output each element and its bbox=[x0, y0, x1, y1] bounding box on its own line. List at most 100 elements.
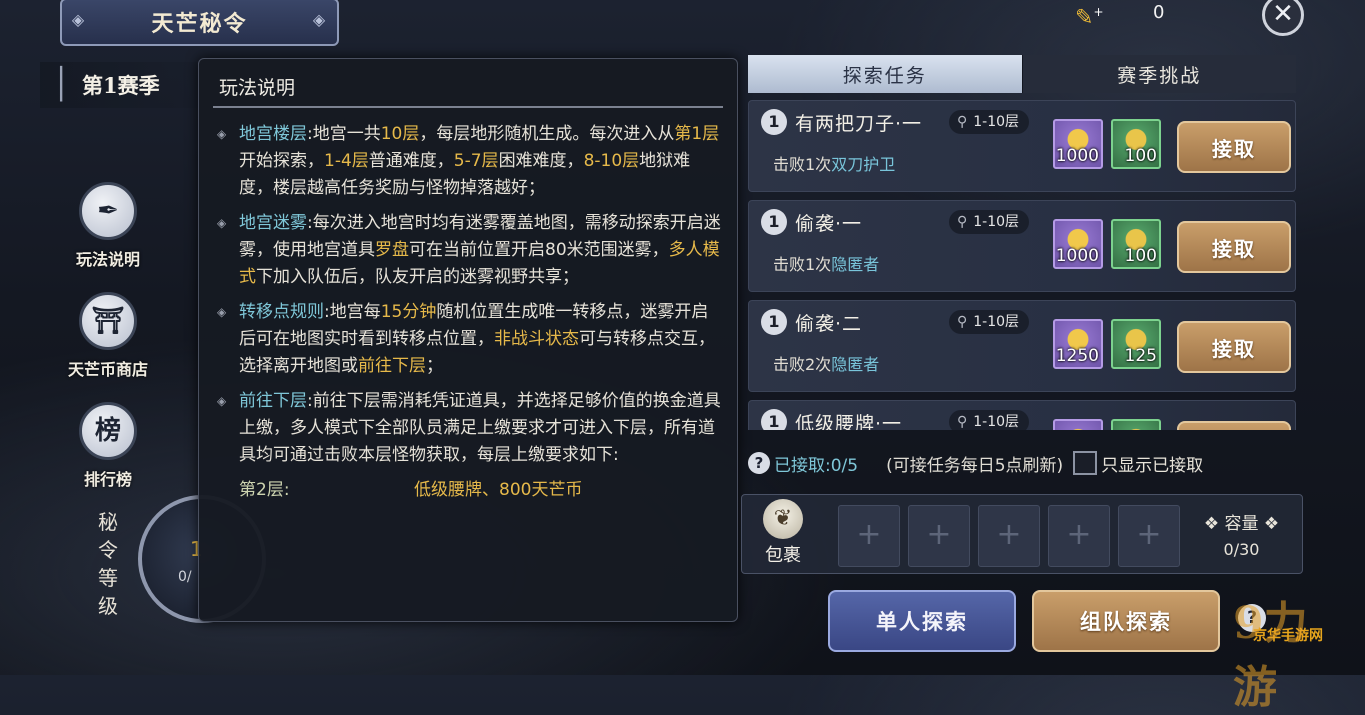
quest-card[interactable]: 1 低级腰牌·一 ⚲ 1-10层 接取 bbox=[748, 400, 1296, 430]
quest-list[interactable]: 1 有两把刀子·一 ⚲ 1-10层 击败1次双刀护卫 1000 100 接取 1 偷袭·一 ⚲ 1-1… bbox=[748, 100, 1296, 430]
accept-quest-button[interactable]: 接取 bbox=[1177, 321, 1291, 373]
help-section: ◈ 转移点规则:地宫每15分钟随机位置生成唯一转移点，迷雾开启后可在地图实时看到转… bbox=[217, 299, 722, 380]
help-text: :地宫一共 bbox=[307, 124, 381, 144]
quest-card[interactable]: 1 偷袭·一 ⚲ 1-10层击败1次隐匿者 1000 100 接取 bbox=[748, 200, 1296, 292]
bag-slot[interactable]: + bbox=[1048, 505, 1110, 567]
floor-requirement-row: 第2层: 低级腰牌、800天芒币 bbox=[217, 477, 722, 504]
floor-range-badge: ⚲ 1-10层 bbox=[949, 210, 1030, 234]
bag-slot[interactable]: + bbox=[908, 505, 970, 567]
floor-range: 1-10层 bbox=[973, 314, 1020, 330]
help-text: :地宫每 bbox=[324, 302, 381, 322]
floor-range-badge: ⚲ 1-10层 bbox=[949, 410, 1030, 430]
location-pin-icon: ⚲ bbox=[957, 114, 968, 130]
help-text: ； bbox=[426, 356, 443, 376]
quest-objective-prefix: 击败2次 bbox=[773, 355, 832, 374]
question-icon[interactable]: ? bbox=[748, 452, 770, 474]
quest-objective-prefix: 击败1次 bbox=[773, 155, 832, 174]
divider bbox=[213, 106, 723, 108]
bullet-icon: ◈ bbox=[217, 216, 227, 230]
help-highlight: 罗盘 bbox=[375, 240, 409, 260]
reward-gold-item[interactable]: 1000 bbox=[1053, 219, 1103, 269]
quest-number-badge: 1 bbox=[761, 209, 787, 235]
help-section-key: 地宫迷雾 bbox=[239, 213, 307, 233]
solo-explore-button[interactable]: 单人探索 bbox=[828, 590, 1016, 652]
season-banner: │ 第1赛季 bbox=[40, 62, 200, 108]
bag-icon: ❦ bbox=[763, 499, 803, 539]
sword-icon: │ bbox=[52, 67, 71, 102]
refresh-note: (可接任务每日5点刷新) bbox=[886, 455, 1064, 476]
reward-token-amount: 125 bbox=[1124, 346, 1157, 366]
help-panel: 玩法说明 ◈ 地宫楼层:地宫一共10层，每层地形随机生成。每次进入从第1层开始探索… bbox=[198, 58, 738, 622]
tab-bar: 探索任务 赛季挑战 bbox=[748, 55, 1296, 93]
help-text: 开始探索， bbox=[239, 151, 324, 171]
floor-requirement: 低级腰牌、800天芒币 bbox=[414, 480, 583, 500]
help-highlight: 15分钟 bbox=[380, 302, 437, 322]
help-highlight: 第1层 bbox=[674, 124, 720, 144]
tab-season-challenge[interactable]: 赛季挑战 bbox=[1021, 55, 1296, 93]
reward-gold-item[interactable] bbox=[1053, 419, 1103, 430]
menu-help[interactable]: ✒ 玩法说明 bbox=[60, 182, 156, 270]
help-text: :前往下层需消耗凭证道具，并选择足够价值的换金道具上缴，多人模式下全部队员满足上… bbox=[239, 391, 721, 465]
help-section: ◈ 前往下层:前往下层需消耗凭证道具，并选择足够价值的换金道具上缴，多人模式下全部… bbox=[217, 388, 722, 469]
location-pin-icon: ⚲ bbox=[957, 314, 968, 330]
floor-range: 1-10层 bbox=[973, 214, 1020, 230]
quest-number-badge: 1 bbox=[761, 409, 787, 430]
bullet-icon: ◈ bbox=[217, 305, 227, 319]
reward-gold-amount: 1250 bbox=[1055, 346, 1099, 366]
help-highlight: 5-7层 bbox=[453, 151, 499, 171]
show-accepted-checkbox[interactable] bbox=[1073, 451, 1098, 475]
rank-label: 秘令等级 bbox=[98, 510, 118, 618]
accept-quest-button[interactable]: 接取 bbox=[1177, 221, 1291, 273]
quest-objective: 击败1次隐匿者 bbox=[773, 251, 879, 275]
bag-slot[interactable]: + bbox=[1118, 505, 1180, 567]
quest-name: 偷袭·二 bbox=[795, 313, 863, 335]
reward-gold-item[interactable]: 1250 bbox=[1053, 319, 1103, 369]
quest-card[interactable]: 1 偷袭·二 ⚲ 1-10层击败2次隐匿者 1250 125 接取 bbox=[748, 300, 1296, 392]
quest-target: 隐匿者 bbox=[831, 255, 880, 274]
knot-ornament-icon: ◈ bbox=[312, 10, 328, 29]
gold-plus-icon[interactable]: ✎+ bbox=[1075, 0, 1104, 30]
bag-slot[interactable]: + bbox=[978, 505, 1040, 567]
reward-token-item[interactable] bbox=[1111, 419, 1161, 430]
quest-name: 有两把刀子·一 bbox=[795, 113, 923, 135]
quest-name: 偷袭·一 bbox=[795, 213, 863, 235]
reward-token-item[interactable]: 125 bbox=[1111, 319, 1161, 369]
reward-token-item[interactable]: 100 bbox=[1111, 119, 1161, 169]
shop-icon: ⛩ bbox=[79, 292, 137, 350]
quest-objective: 击败1次双刀护卫 bbox=[773, 151, 895, 175]
accept-quest-button[interactable]: 接取 bbox=[1177, 421, 1291, 430]
watermark-logo: 9力游 bbox=[1233, 598, 1308, 713]
bullet-icon: ◈ bbox=[217, 127, 227, 141]
help-body: ◈ 地宫楼层:地宫一共10层，每层地形随机生成。每次进入从第1层开始探索，1-4层… bbox=[217, 121, 722, 504]
quest-card[interactable]: 1 有两把刀子·一 ⚲ 1-10层击败1次双刀护卫 1000 100 接取 bbox=[748, 100, 1296, 192]
watermark: 9力游 京华手游网 bbox=[1233, 598, 1323, 713]
bag-button[interactable]: ❦ 包裹 bbox=[756, 499, 810, 567]
currency-value: 0 bbox=[1153, 1, 1165, 23]
tab-explore-tasks[interactable]: 探索任务 bbox=[748, 55, 1022, 93]
currency-display: ✎+ 0 bbox=[1075, 0, 1165, 30]
help-text: 可在当前位置开启80米范围迷雾， bbox=[409, 240, 669, 260]
floor-range-badge: ⚲ 1-10层 bbox=[949, 110, 1030, 134]
show-accepted-label: 只显示已接取 bbox=[1101, 455, 1204, 476]
rank-progress: 0/ bbox=[178, 569, 192, 585]
quest-status-bar: ? 已接取:0/5 (可接任务每日5点刷新) 只显示已接取 bbox=[748, 446, 1296, 480]
floor-label: 第2层: bbox=[239, 480, 290, 500]
knot-ornament-icon: ◈ bbox=[71, 10, 87, 29]
menu-shop[interactable]: ⛩ 天芒币商店 bbox=[60, 292, 156, 380]
menu-ranking[interactable]: 榜 排行榜 bbox=[60, 402, 156, 490]
page-title: 天芒秘令 bbox=[151, 11, 248, 37]
floor-range-badge: ⚲ 1-10层 bbox=[949, 310, 1030, 334]
bag-slot[interactable]: + bbox=[838, 505, 900, 567]
help-section-key: 地宫楼层 bbox=[239, 124, 307, 144]
reward-gold-item[interactable]: 1000 bbox=[1053, 119, 1103, 169]
help-highlight: 1-4层 bbox=[324, 151, 369, 171]
accept-quest-button[interactable]: 接取 bbox=[1177, 121, 1291, 173]
team-explore-button[interactable]: 组队探索 bbox=[1032, 590, 1220, 652]
quest-objective: 击败2次隐匿者 bbox=[773, 351, 879, 375]
page-title-plate: ◈ 天芒秘令 ◈ bbox=[60, 0, 339, 46]
quest-number-badge: 1 bbox=[761, 309, 787, 335]
close-icon[interactable]: ✕ bbox=[1262, 0, 1304, 36]
quest-number-badge: 1 bbox=[761, 109, 787, 135]
reward-token-item[interactable]: 100 bbox=[1111, 219, 1161, 269]
location-pin-icon: ⚲ bbox=[957, 214, 968, 230]
